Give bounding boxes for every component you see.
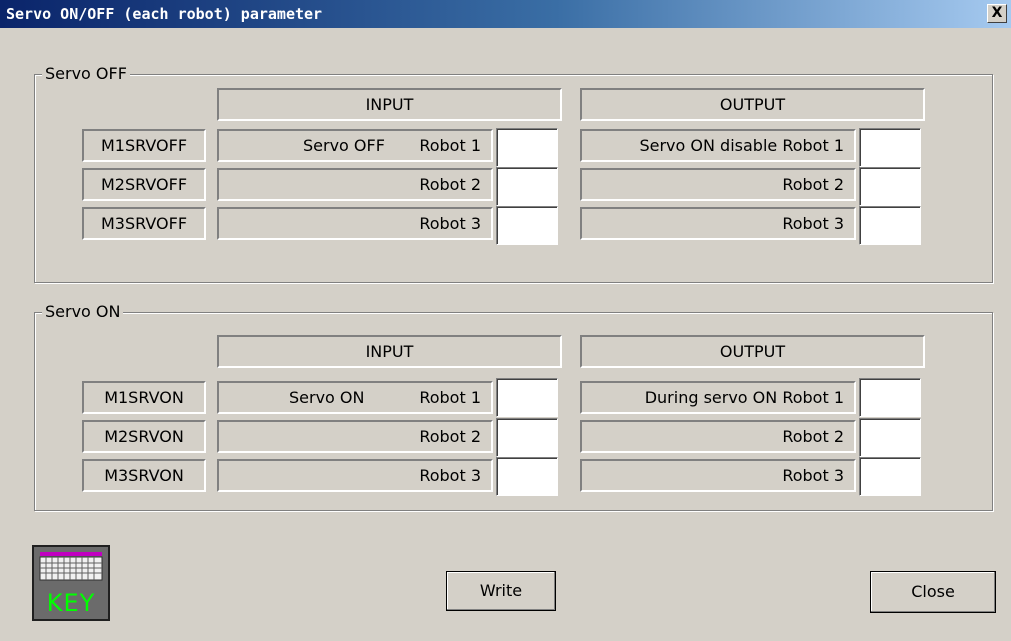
keyboard-icon <box>39 552 103 581</box>
servo-off-input-label-3: Robot 3 <box>217 207 493 240</box>
servo-off-input-robot-1: Robot 1 <box>419 136 481 155</box>
servo-on-output-prefix-1: During servo ON <box>644 388 778 407</box>
servo-on-group-label: Servo ON <box>42 302 124 322</box>
title-bar: Servo ON/OFF (each robot) parameter X <box>0 0 1011 28</box>
servo-off-input-field-1[interactable] <box>496 128 558 167</box>
servo-on-input-label-3: Robot 3 <box>217 459 493 492</box>
servo-on-input-label-1: Servo ON Robot 1 <box>217 381 493 414</box>
servo-on-output-label-1: During servo ON Robot 1 <box>580 381 856 414</box>
servo-on-input-robot-1: Robot 1 <box>419 388 481 407</box>
servo-on-code-3: M3SRVON <box>82 459 206 492</box>
servo-off-code-2: M2SRVOFF <box>82 168 206 201</box>
servo-on-code-2: M2SRVON <box>82 420 206 453</box>
servo-off-input-field-2[interactable] <box>496 167 558 206</box>
servo-on-output-label-2: Robot 2 <box>580 420 856 453</box>
window-title: Servo ON/OFF (each robot) parameter <box>6 5 323 23</box>
servo-off-input-header: INPUT <box>217 88 562 121</box>
window-close-button[interactable]: X <box>987 4 1007 23</box>
servo-off-input-label-1: Servo OFF Robot 1 <box>217 129 493 162</box>
servo-off-code-1: M1SRVOFF <box>82 129 206 162</box>
keyboard-key-button[interactable]: KEY <box>32 545 110 621</box>
close-button[interactable]: Close <box>870 571 996 613</box>
servo-on-output-field-3[interactable] <box>859 457 921 496</box>
servo-on-input-field-3[interactable] <box>496 457 558 496</box>
servo-off-input-prefix-1: Servo OFF <box>303 136 385 155</box>
servo-on-input-field-1[interactable] <box>496 378 558 417</box>
servo-on-output-field-1[interactable] <box>859 378 921 417</box>
servo-off-output-header: OUTPUT <box>580 88 925 121</box>
servo-off-code-3: M3SRVOFF <box>82 207 206 240</box>
servo-off-output-robot-1: Robot 1 <box>782 136 844 155</box>
servo-off-group-label: Servo OFF <box>42 64 130 84</box>
servo-off-output-field-3[interactable] <box>859 206 921 245</box>
servo-on-input-header: INPUT <box>217 335 562 368</box>
servo-on-input-field-2[interactable] <box>496 418 558 457</box>
servo-on-input-prefix-1: Servo ON <box>289 388 365 407</box>
servo-on-output-robot-1: Robot 1 <box>782 388 844 407</box>
servo-on-output-label-3: Robot 3 <box>580 459 856 492</box>
servo-off-input-field-3[interactable] <box>496 206 558 245</box>
servo-off-output-label-2: Robot 2 <box>580 168 856 201</box>
write-button[interactable]: Write <box>446 571 556 611</box>
servo-on-output-field-2[interactable] <box>859 418 921 457</box>
servo-off-output-field-1[interactable] <box>859 128 921 167</box>
servo-off-input-label-2: Robot 2 <box>217 168 493 201</box>
servo-on-code-1: M1SRVON <box>82 381 206 414</box>
servo-on-input-label-2: Robot 2 <box>217 420 493 453</box>
servo-off-output-label-3: Robot 3 <box>580 207 856 240</box>
servo-off-output-field-2[interactable] <box>859 167 921 206</box>
servo-off-output-label-1: Servo ON disable Robot 1 <box>580 129 856 162</box>
servo-on-output-header: OUTPUT <box>580 335 925 368</box>
servo-off-output-prefix-1: Servo ON disable <box>639 136 778 155</box>
key-label: KEY <box>46 589 96 617</box>
